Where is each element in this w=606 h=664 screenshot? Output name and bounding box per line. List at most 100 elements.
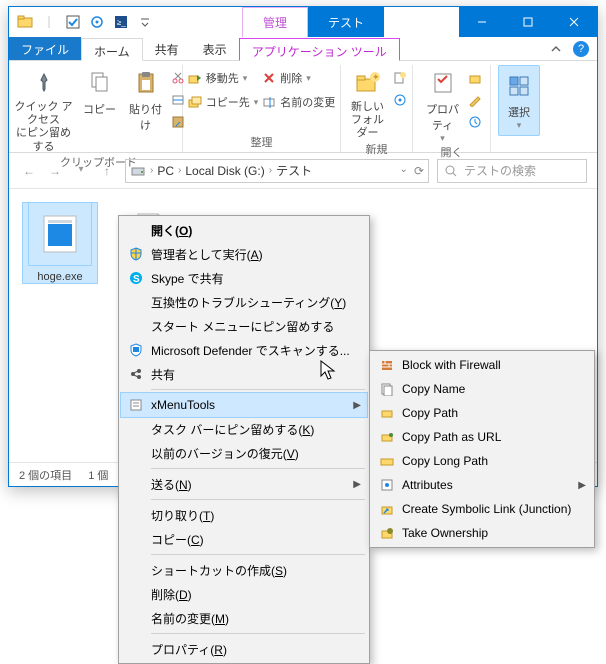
ctx-rename[interactable]: 名前の変更(M)	[121, 606, 367, 630]
svg-text:✦: ✦	[372, 72, 380, 82]
ctx-cut[interactable]: 切り取り(T)	[121, 503, 367, 527]
ctx-skype[interactable]: S Skype で共有	[121, 266, 367, 290]
ctx-delete[interactable]: 削除(D)	[121, 582, 367, 606]
ctx-properties[interactable]: プロパティ(R)	[121, 637, 367, 661]
group-select-label	[497, 150, 541, 152]
tab-share[interactable]: 共有	[143, 37, 191, 60]
status-count: 2 個の項目	[19, 467, 72, 483]
qat-cmd-icon[interactable]: ≥_	[109, 11, 133, 33]
file-item-hoge[interactable]: hoge.exe	[23, 203, 97, 283]
help-icon[interactable]: ?	[573, 41, 589, 57]
ctx-pin-start[interactable]: スタート メニューにピン留めする	[121, 314, 367, 338]
ctx-send-to[interactable]: 送る(N)▶	[121, 472, 367, 496]
copy-icon	[79, 67, 121, 99]
ctx-open[interactable]: 開く(O)	[121, 218, 367, 242]
sub-block-firewall[interactable]: Block with Firewall	[372, 353, 592, 377]
edit-small-button[interactable]	[468, 89, 482, 111]
qat-separator-icon	[37, 11, 61, 33]
new-folder-icon: ✦	[347, 67, 389, 99]
qat-overflow-icon[interactable]	[133, 11, 157, 33]
delete-button[interactable]: 削除 ▾	[262, 67, 335, 89]
titlebar: ≥_ 管理 テスト	[9, 7, 597, 37]
search-box[interactable]: テストの検索	[437, 159, 587, 183]
open-small-button[interactable]	[468, 67, 482, 89]
symlink-icon	[378, 500, 396, 518]
file-label: hoge.exe	[23, 271, 97, 283]
titlebar-tab-test[interactable]: テスト	[308, 7, 384, 37]
new-item-small-button[interactable]	[393, 67, 407, 89]
sub-copy-long[interactable]: Copy Long Path	[372, 449, 592, 473]
copy-name-icon	[378, 380, 396, 398]
copy-to-button[interactable]: コピー先 ▾	[188, 91, 259, 113]
nav-fwd-icon[interactable]: →	[45, 164, 65, 178]
properties-button[interactable]: プロパティ ▾	[422, 65, 464, 144]
minimize-button[interactable]	[459, 7, 505, 37]
submenu-arrow-icon: ▶	[353, 400, 361, 411]
drive-icon	[130, 163, 146, 179]
tab-file[interactable]: ファイル	[9, 37, 81, 60]
ctx-defender[interactable]: Microsoft Defender でスキャンする...	[121, 338, 367, 362]
ribbon-tabs: ファイル ホーム 共有 表示 アプリケーション ツール ?	[9, 37, 597, 61]
maximize-button[interactable]	[505, 7, 551, 37]
select-button[interactable]: 選択 ▾	[498, 65, 540, 136]
pin-quick-access-button[interactable]: クイック アクセス にピン留めする	[13, 65, 75, 154]
close-button[interactable]	[551, 7, 597, 37]
properties-icon	[422, 67, 464, 99]
nav-recent-icon[interactable]: ▾	[71, 164, 91, 178]
history-small-button[interactable]	[468, 111, 482, 133]
ctx-share[interactable]: 共有	[121, 362, 367, 386]
nav-up-icon[interactable]: ↑	[97, 164, 117, 178]
ctx-pin-taskbar[interactable]: タスク バーにピン留めする(K)	[121, 417, 367, 441]
move-to-button[interactable]: 移動先 ▾	[188, 67, 259, 89]
new-folder-button[interactable]: ✦ 新しい フォルダー	[347, 65, 389, 141]
paste-icon	[125, 67, 167, 99]
sub-take-ownership[interactable]: Take Ownership	[372, 521, 592, 545]
titlebar-tab-manage[interactable]: 管理	[242, 7, 308, 37]
ctx-shortcut[interactable]: ショートカットの作成(S)	[121, 558, 367, 582]
crumb-pc[interactable]: PC	[157, 164, 174, 178]
submenu-arrow-icon: ▶	[353, 479, 361, 490]
xmenu-icon	[127, 396, 145, 414]
rename-button[interactable]: 名前の変更	[262, 91, 335, 113]
paste-button[interactable]: 貼り付け	[125, 65, 167, 133]
ownership-icon	[378, 524, 396, 542]
attributes-icon	[378, 476, 396, 494]
ctx-prev-versions[interactable]: 以前のバージョンの復元(V)	[121, 441, 367, 465]
crumb-disk[interactable]: Local Disk (G:)	[185, 164, 264, 178]
sub-symlink[interactable]: Create Symbolic Link (Junction)	[372, 497, 592, 521]
group-new-label: 新規	[347, 141, 406, 159]
copy-long-icon	[378, 452, 396, 470]
share-icon	[127, 365, 145, 383]
copy-button[interactable]: コピー	[79, 65, 121, 117]
defender-icon	[127, 341, 145, 359]
addr-refresh-icon[interactable]: ⟳	[414, 164, 424, 178]
addr-dropdown-icon[interactable]: ⌄	[400, 164, 408, 178]
ribbon-collapse-icon[interactable]	[547, 40, 565, 58]
sub-copy-url[interactable]: Copy Path as URL	[372, 425, 592, 449]
svg-text:S: S	[133, 274, 140, 285]
pin-icon	[13, 67, 75, 99]
ctx-copy[interactable]: コピー(C)	[121, 527, 367, 551]
tab-home[interactable]: ホーム	[81, 38, 143, 61]
search-placeholder: テストの検索	[464, 162, 536, 179]
ctx-compat[interactable]: 互換性のトラブルシューティング(Y)	[121, 290, 367, 314]
sub-copy-name[interactable]: Copy Name	[372, 377, 592, 401]
breadcrumb[interactable]: › PC › Local Disk (G:) › テスト ⌄ ⟳	[125, 159, 429, 183]
tab-view[interactable]: 表示	[191, 37, 239, 60]
submenu-arrow-icon: ▶	[578, 480, 586, 491]
sub-attributes[interactable]: Attributes ▶	[372, 473, 592, 497]
qat-checkbox-icon[interactable]	[61, 11, 85, 33]
qat-gear-icon[interactable]	[85, 11, 109, 33]
firewall-icon	[378, 356, 396, 374]
exe-icon	[29, 203, 91, 265]
search-icon	[444, 164, 458, 178]
tab-apptools[interactable]: アプリケーション ツール	[239, 38, 400, 61]
ctx-run-admin[interactable]: 管理者として実行(A)	[121, 242, 367, 266]
nav-back-icon[interactable]: ←	[19, 164, 39, 178]
easy-access-small-button[interactable]	[393, 89, 407, 111]
qat-folder-icon[interactable]	[13, 11, 37, 33]
sub-copy-path[interactable]: Copy Path	[372, 401, 592, 425]
crumb-folder[interactable]: テスト	[276, 162, 312, 179]
ctx-xmenutools[interactable]: xMenuTools ▶	[121, 393, 367, 417]
group-organize-label: 整理	[189, 134, 334, 152]
